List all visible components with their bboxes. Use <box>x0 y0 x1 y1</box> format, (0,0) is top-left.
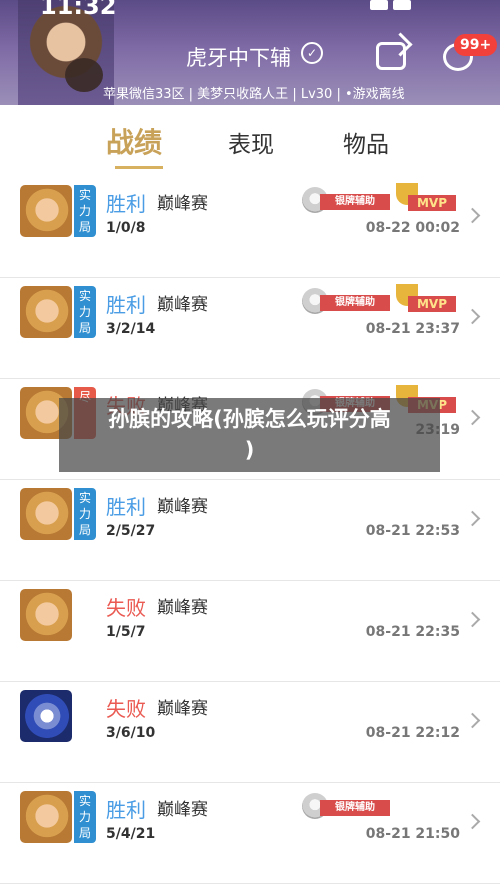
match-tag: 实力局 <box>74 286 96 338</box>
silver-badge-label: 银牌辅助 <box>320 800 390 816</box>
match-row[interactable]: 失败 巅峰赛 3/6/10 08-21 22:12 <box>0 682 500 783</box>
match-date: 08-22 00:02 <box>365 220 460 236</box>
active-tab-indicator <box>115 166 163 169</box>
match-row[interactable]: 实力局 胜利 巅峰赛 5/4/21 银牌辅助 08-21 21:50 <box>0 783 500 884</box>
match-mode: 巅峰赛 <box>157 598 208 618</box>
match-result: 失败 <box>106 697 146 721</box>
match-row[interactable]: 失败 巅峰赛 1/5/7 08-21 22:35 <box>0 581 500 682</box>
match-mode: 巅峰赛 <box>157 295 208 315</box>
signal-icon <box>370 0 388 10</box>
chevron-right-icon <box>464 308 481 325</box>
match-kda: 3/2/14 <box>106 321 156 337</box>
hero-avatar-icon <box>20 589 72 641</box>
battery-icon <box>393 0 411 10</box>
chevron-right-icon <box>464 510 481 527</box>
article-title-overlay: 孙膑的攻略(孙膑怎么玩评分高 ) <box>59 398 440 472</box>
mvp-badge: MVP <box>394 284 458 314</box>
player-name: 虎牙中下辅 <box>186 46 291 70</box>
silver-badge-label: 银牌辅助 <box>320 194 390 210</box>
match-result: 胜利 <box>106 192 146 216</box>
hero-avatar-icon <box>20 488 72 540</box>
match-tag: 实力局 <box>74 791 96 843</box>
match-list: 实力局 胜利 巅峰赛 1/0/8 银牌辅助 MVP 08-22 00:02 实力… <box>0 177 500 884</box>
notification-badge: 99+ <box>454 34 498 56</box>
chevron-right-icon <box>464 813 481 830</box>
share-icon[interactable] <box>376 42 406 70</box>
watermark: 知乎 @恺恺恺 <box>405 850 488 865</box>
match-mode: 巅峰赛 <box>157 194 208 214</box>
match-date: 08-21 22:53 <box>365 523 460 539</box>
match-tag: 实力局 <box>74 488 96 540</box>
tab-items[interactable]: 物品 <box>343 125 389 159</box>
hero-avatar-icon <box>20 690 72 742</box>
match-mode: 巅峰赛 <box>157 800 208 820</box>
match-kda: 1/0/8 <box>106 220 146 236</box>
match-date: 08-21 23:37 <box>365 321 460 337</box>
match-tag: 实力局 <box>74 185 96 237</box>
match-kda: 3/6/10 <box>106 725 156 741</box>
chevron-right-icon <box>464 207 481 224</box>
mvp-badge: MVP <box>394 183 458 213</box>
status-icons <box>370 0 440 10</box>
match-kda: 2/5/27 <box>106 523 156 539</box>
match-date: 08-21 22:35 <box>365 624 460 640</box>
status-time: 11:32 <box>40 0 117 20</box>
match-row[interactable]: 实力局 胜利 巅峰赛 3/2/14 银牌辅助 MVP 08-21 23:37 <box>0 278 500 379</box>
match-date: 08-21 22:12 <box>365 725 460 741</box>
silver-support-badge: 银牌辅助 <box>302 187 390 213</box>
profile-header: 11:32 虎牙中下辅 ✓ 99+ 苹果微信33区 | 美梦只收路人王 | Lv… <box>0 0 500 105</box>
match-row[interactable]: 实力局 胜利 巅峰赛 2/5/27 08-21 22:53 <box>0 480 500 581</box>
tab-bar: 战绩 表现 物品 <box>0 105 500 177</box>
match-result: 胜利 <box>106 495 146 519</box>
chevron-right-icon <box>464 611 481 628</box>
match-row[interactable]: 实力局 胜利 巅峰赛 1/0/8 银牌辅助 MVP 08-22 00:02 <box>0 177 500 278</box>
tab-record[interactable]: 战绩 <box>106 121 162 161</box>
hero-avatar-icon <box>20 791 72 843</box>
player-subinfo: 苹果微信33区 | 美梦只收路人王 | Lv30 | •游戏离线 <box>103 87 405 102</box>
overlay-line-1: 孙膑的攻略(孙膑怎么玩评分高 <box>108 407 391 431</box>
match-mode: 巅峰赛 <box>157 699 208 719</box>
verified-icon[interactable]: ✓ <box>301 42 323 64</box>
overlay-line-2: ) <box>244 438 255 462</box>
hero-beard-icon <box>65 58 103 92</box>
match-kda: 5/4/21 <box>106 826 156 842</box>
match-result: 失败 <box>106 596 146 620</box>
chevron-right-icon <box>464 409 481 426</box>
mvp-badge-label: MVP <box>408 296 456 312</box>
tab-performance[interactable]: 表现 <box>228 125 274 159</box>
match-mode: 巅峰赛 <box>157 497 208 517</box>
chevron-right-icon <box>464 712 481 729</box>
hero-avatar-icon <box>20 185 72 237</box>
silver-support-badge: 银牌辅助 <box>302 288 390 314</box>
match-result: 胜利 <box>106 798 146 822</box>
match-result: 胜利 <box>106 293 146 317</box>
match-kda: 1/5/7 <box>106 624 146 640</box>
silver-badge-label: 银牌辅助 <box>320 295 390 311</box>
hero-avatar-icon <box>20 286 72 338</box>
silver-support-badge: 银牌辅助 <box>302 793 390 819</box>
mvp-badge-label: MVP <box>408 195 456 211</box>
match-date: 08-21 21:50 <box>365 826 460 842</box>
